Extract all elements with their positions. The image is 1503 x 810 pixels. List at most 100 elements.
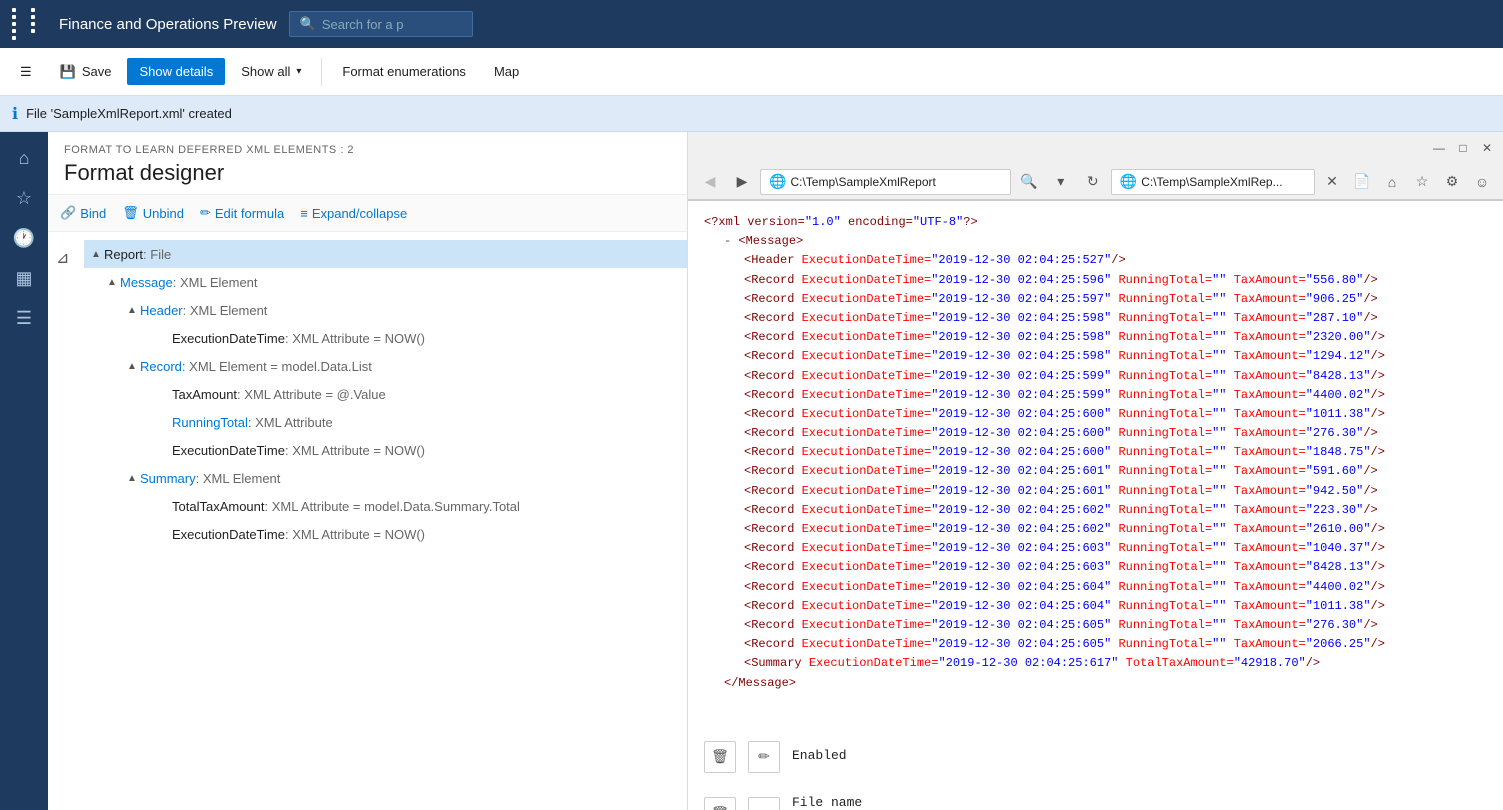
tree-item-record[interactable]: ▲ Record: XML Element = model.Data.List: [84, 352, 687, 380]
home-browser-icon[interactable]: ⌂: [1379, 169, 1405, 195]
hamburger-menu-button[interactable]: ☰: [8, 58, 44, 86]
search-bar[interactable]: 🔍: [289, 11, 473, 37]
xml-record-11: <Record ExecutionDateTime="2019-12-30 02…: [704, 462, 1487, 481]
info-icon: ℹ: [12, 104, 18, 124]
tree-container: ▲ Report: File ▲ Message: XML Element: [84, 232, 687, 556]
maximize-button[interactable]: □: [1455, 140, 1471, 156]
xml-record-19: <Record ExecutionDateTime="2019-12-30 02…: [704, 616, 1487, 635]
xml-record-1: <Record ExecutionDateTime="2019-12-30 02…: [704, 271, 1487, 290]
xml-record-6: <Record ExecutionDateTime="2019-12-30 02…: [704, 367, 1487, 386]
close-tab-icon[interactable]: ✕: [1319, 169, 1345, 195]
tree-item-summary[interactable]: ▲ Summary: XML Element: [84, 464, 687, 492]
browser-chrome: — □ ✕ ◀ ▶ 🌐 C:\Temp\SampleXmlReport 🔍 ▾ …: [688, 132, 1503, 201]
xml-record-5: <Record ExecutionDateTime="2019-12-30 02…: [704, 347, 1487, 366]
save-button[interactable]: 💾 Save: [48, 58, 124, 86]
smiley-icon[interactable]: ☺: [1469, 169, 1495, 195]
refresh-button[interactable]: ↻: [1079, 168, 1107, 196]
tree-item-totaltaxamount[interactable]: TotalTaxAmount: XML Attribute = model.Da…: [84, 492, 687, 520]
sidebar-list-icon[interactable]: ☰: [6, 300, 42, 336]
tree-label-runningtotal: RunningTotal: XML Attribute: [172, 415, 679, 430]
sidebar-home-icon[interactable]: ⌂: [6, 140, 42, 176]
toggle-record[interactable]: ▲: [124, 358, 140, 374]
filename-group: File name "SampleXmlReport": [792, 793, 925, 810]
prop-row-filename: 🗑 ✏ File name "SampleXmlReport": [704, 793, 1487, 810]
format-panel-inner: ⊿ ▲ Report: File ▲ Message: X: [48, 232, 687, 556]
new-tab-icon[interactable]: 📄: [1349, 169, 1375, 195]
xml-record-13: <Record ExecutionDateTime="2019-12-30 02…: [704, 501, 1487, 520]
tree-col: ▲ Report: File ▲ Message: XML Element: [84, 232, 687, 556]
sidebar-star-icon[interactable]: ☆: [6, 180, 42, 216]
xml-message-close: </Message>: [704, 674, 1487, 693]
show-details-button[interactable]: Show details: [127, 58, 225, 85]
toolbar-separator-1: [321, 58, 322, 86]
delete-enabled-button[interactable]: 🗑: [704, 741, 736, 773]
toggle-header[interactable]: ▲: [124, 302, 140, 318]
xml-declaration: <?xml version="1.0" encoding="UTF-8"?>: [704, 213, 1487, 232]
tree-label-header: Header: XML Element: [140, 303, 679, 318]
favorites-icon[interactable]: ☆: [1409, 169, 1435, 195]
xml-record-7: <Record ExecutionDateTime="2019-12-30 02…: [704, 386, 1487, 405]
close-button[interactable]: ✕: [1479, 140, 1495, 156]
xml-message-open: - <Message>: [704, 232, 1487, 251]
tree-item-report[interactable]: ▲ Report: File: [84, 240, 687, 268]
xml-record-8: <Record ExecutionDateTime="2019-12-30 02…: [704, 405, 1487, 424]
tree-item-message[interactable]: ▲ Message: XML Element: [84, 268, 687, 296]
xml-record-18: <Record ExecutionDateTime="2019-12-30 02…: [704, 597, 1487, 616]
address-bar-2[interactable]: 🌐 C:\Temp\SampleXmlRep...: [1111, 169, 1315, 195]
xml-record-2: <Record ExecutionDateTime="2019-12-30 02…: [704, 290, 1487, 309]
edit-filename-button[interactable]: ✏: [748, 797, 780, 810]
tree-label-report: Report: File: [104, 247, 679, 262]
address-bar[interactable]: 🌐 C:\Temp\SampleXmlReport: [760, 169, 1011, 195]
tree-label-totaltaxamount: TotalTaxAmount: XML Attribute = model.Da…: [172, 499, 679, 514]
tree-item-taxamount[interactable]: TaxAmount: XML Attribute = @.Value: [84, 380, 687, 408]
address-text: C:\Temp\SampleXmlReport: [790, 175, 935, 189]
xml-record-4: <Record ExecutionDateTime="2019-12-30 02…: [704, 328, 1487, 347]
format-panel: FORMAT TO LEARN DEFERRED XML ELEMENTS : …: [48, 132, 688, 810]
xml-header: <Header ExecutionDateTime="2019-12-30 02…: [704, 251, 1487, 270]
unbind-button[interactable]: 🗑 Unbind: [122, 201, 184, 225]
expand-collapse-button[interactable]: ≡ Expand/collapse: [300, 202, 407, 225]
minimize-button[interactable]: —: [1431, 140, 1447, 156]
search-in-page-button[interactable]: 🔍: [1015, 168, 1043, 196]
format-label: FORMAT TO LEARN DEFERRED XML ELEMENTS : …: [64, 144, 671, 156]
tree-item-header[interactable]: ▲ Header: XML Element: [84, 296, 687, 324]
tree-item-runningtotal[interactable]: RunningTotal: XML Attribute: [84, 408, 687, 436]
sidebar-grid-icon[interactable]: ▦: [6, 260, 42, 296]
settings-browser-icon[interactable]: ⚙: [1439, 169, 1465, 195]
toggle-summary[interactable]: ▲: [124, 470, 140, 486]
favicon-icon: 🌐: [769, 173, 786, 190]
bind-button[interactable]: 🔗 Bind: [60, 201, 106, 225]
edit-enabled-button[interactable]: ✏: [748, 741, 780, 773]
show-all-button[interactable]: Show all ▾: [229, 58, 313, 85]
sidebar-clock-icon[interactable]: 🕐: [6, 220, 42, 256]
chevron-down-icon: ▾: [296, 66, 301, 77]
search-input[interactable]: [322, 17, 462, 32]
map-button[interactable]: Map: [482, 58, 531, 85]
filter-icon[interactable]: ⊿: [56, 236, 84, 268]
xml-record-3: <Record ExecutionDateTime="2019-12-30 02…: [704, 309, 1487, 328]
toggle-report[interactable]: ▲: [88, 246, 104, 262]
back-button[interactable]: ◀: [696, 168, 724, 196]
forward-button[interactable]: ▶: [728, 168, 756, 196]
xml-record-12: <Record ExecutionDateTime="2019-12-30 02…: [704, 482, 1487, 501]
toggle-message[interactable]: ▲: [104, 274, 120, 290]
browser-title-bar: — □ ✕: [688, 132, 1503, 164]
edit-formula-button[interactable]: ✏ Edit formula: [200, 201, 284, 225]
tree-item-execdt-summary[interactable]: ExecutionDateTime: XML Attribute = NOW(): [84, 520, 687, 548]
content-area: <?xml version="1.0" encoding="UTF-8"?> -…: [688, 201, 1503, 810]
xml-summary: <Summary ExecutionDateTime="2019-12-30 0…: [704, 654, 1487, 673]
format-header: FORMAT TO LEARN DEFERRED XML ELEMENTS : …: [48, 132, 687, 195]
tree-item-execdt-header[interactable]: ExecutionDateTime: XML Attribute = NOW(): [84, 324, 687, 352]
xml-record-9: <Record ExecutionDateTime="2019-12-30 02…: [704, 424, 1487, 443]
xml-record-16: <Record ExecutionDateTime="2019-12-30 02…: [704, 558, 1487, 577]
pin-button[interactable]: ▾: [1047, 168, 1075, 196]
tree-item-execdt-record[interactable]: ExecutionDateTime: XML Attribute = NOW(): [84, 436, 687, 464]
xml-content: <?xml version="1.0" encoding="UTF-8"?> -…: [688, 201, 1503, 810]
trash-icon: 🗑: [122, 205, 139, 221]
save-icon: 💾: [60, 64, 76, 80]
format-toolbar: 🔗 Bind 🗑 Unbind ✏ Edit formula ≡ Expand/…: [48, 195, 687, 232]
delete-filename-button[interactable]: 🗑: [704, 797, 736, 810]
main-layout: ⌂ ☆ 🕐 ▦ ☰ FORMAT TO LEARN DEFERRED XML E…: [0, 132, 1503, 810]
format-enumerations-button[interactable]: Format enumerations: [330, 58, 478, 85]
app-grid-icon[interactable]: [12, 8, 47, 40]
